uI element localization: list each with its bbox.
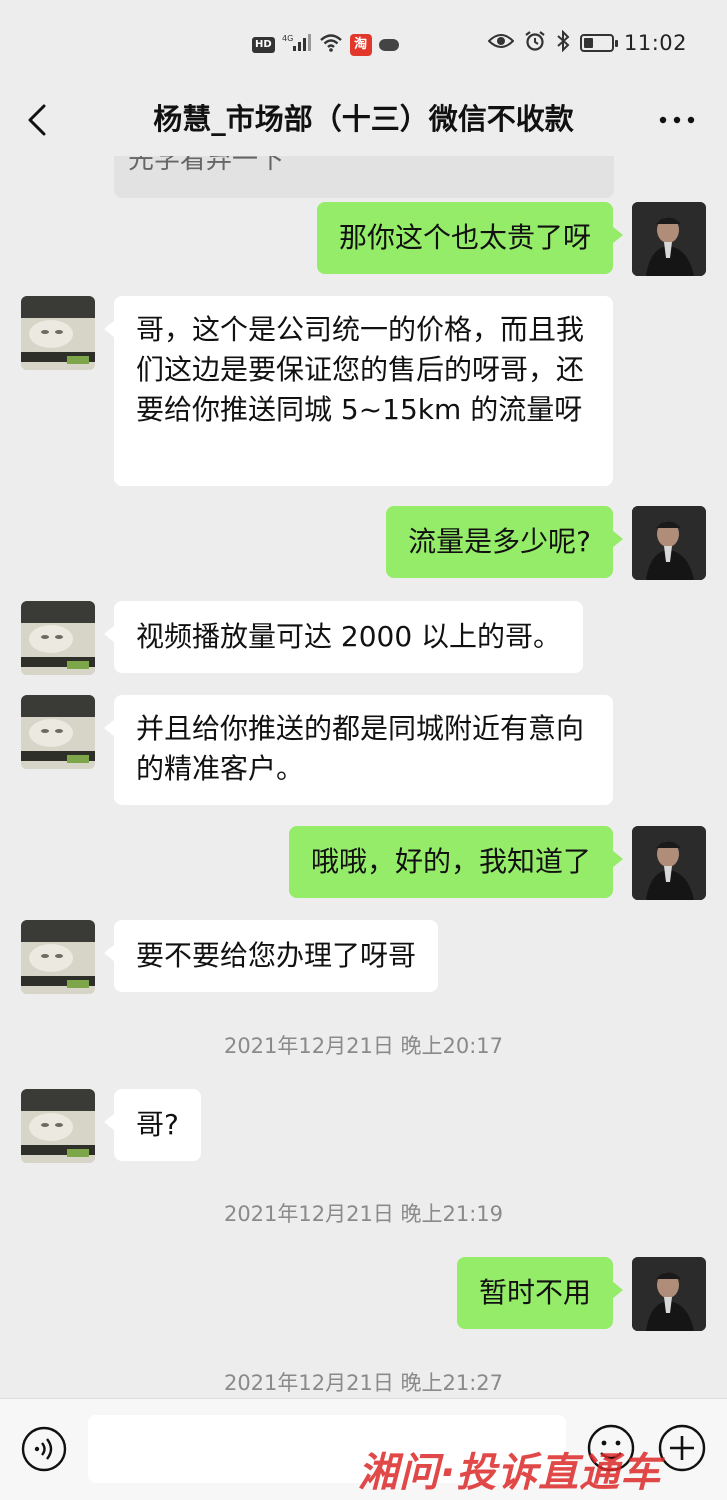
page-title: 杨慧_市场部（十三）微信不收款 [153,102,574,136]
watermark-text: 湘问·投诉直通车 [358,1450,662,1496]
status-right-icons: 11:02 [487,29,687,56]
avatar-contact[interactable] [21,920,95,994]
taobao-icon: 淘 [349,33,372,56]
message-bubble-sent[interactable]: 那你这个也太贵了呀 [316,202,624,274]
message-bubble-sent[interactable]: 暂时不用 [456,1257,624,1329]
message-bubble-received[interactable]: 哥，这个是公司统一的价格，而且我们这边是要保证您的售后的呀哥，还要给你推送同城 … [104,296,613,486]
message-text: 视频播放量可达 2000 以上的哥。 [136,620,562,653]
avatar-contact[interactable] [21,695,95,769]
alarm-icon [524,30,546,56]
partial-message-bubble: 先学看弃一下 [114,156,614,198]
voice-icon[interactable] [20,1425,68,1473]
message-bubble-sent[interactable]: 流量是多少呢? [386,506,623,578]
status-bar: HD 4G 淘 11:02 [0,0,727,86]
bluetooth-icon [556,29,570,56]
signal-icon: 4G [282,32,312,57]
hd-badge: HD [252,36,275,53]
message-text: 流量是多少呢? [408,525,591,558]
partial-message-text: 先学看弃一下 [128,156,285,175]
plus-icon[interactable] [657,1423,707,1473]
message-list[interactable]: 先学看弃一下 那你这个也太贵了呀 哥，这个是公司统一的价格，而且我们这边是要保证… [0,156,727,1398]
avatar-contact[interactable] [21,1089,95,1163]
message-text: 哥，这个是公司统一的价格，而且我们这边是要保证您的售后的呀哥，还要给你推送同城 … [136,313,585,426]
avatar-self[interactable] [632,826,706,900]
status-left-icons: HD 4G 淘 [252,32,399,57]
message-bubble-sent[interactable]: 哦哦，好的，我知道了 [288,826,624,898]
more-icon[interactable] [657,102,697,138]
message-bubble-received[interactable]: 要不要给您办理了呀哥 [103,920,439,992]
timestamp: 2021年12月21日 晚上21:27 [223,1371,504,1395]
message-text: 哦哦，好的，我知道了 [310,845,591,878]
message-text: 暂时不用 [478,1276,591,1309]
message-text: 那你这个也太贵了呀 [338,221,591,254]
message-text: 并且给你推送的都是同城附近有意向的精准客户。 [136,712,585,785]
clock-time: 11:02 [623,31,687,55]
chevron-left-icon[interactable] [24,98,68,142]
avatar-contact[interactable] [21,296,95,370]
avatar-self[interactable] [632,1257,706,1331]
timestamp: 2021年12月21日 晚上20:17 [223,1034,504,1058]
message-text: 要不要给您办理了呀哥 [136,939,417,972]
cloud-icon [378,38,399,51]
message-bubble-received[interactable]: 视频播放量可达 2000 以上的哥。 [103,601,584,673]
timestamp: 2021年12月21日 晚上21:19 [223,1202,504,1226]
eye-icon [487,32,515,54]
avatar-contact[interactable] [21,601,95,675]
avatar-self[interactable] [632,202,706,276]
chat-header: 杨慧_市场部（十三）微信不收款 [0,86,727,156]
message-bubble-received[interactable]: 哥? [104,1089,201,1161]
message-text: 哥? [136,1108,179,1141]
battery-icon [579,34,618,52]
svg-text:4G: 4G [282,34,293,43]
avatar-self[interactable] [632,506,706,580]
message-bubble-received[interactable]: 并且给你推送的都是同城附近有意向的精准客户。 [104,695,613,805]
wifi-icon [319,33,343,57]
